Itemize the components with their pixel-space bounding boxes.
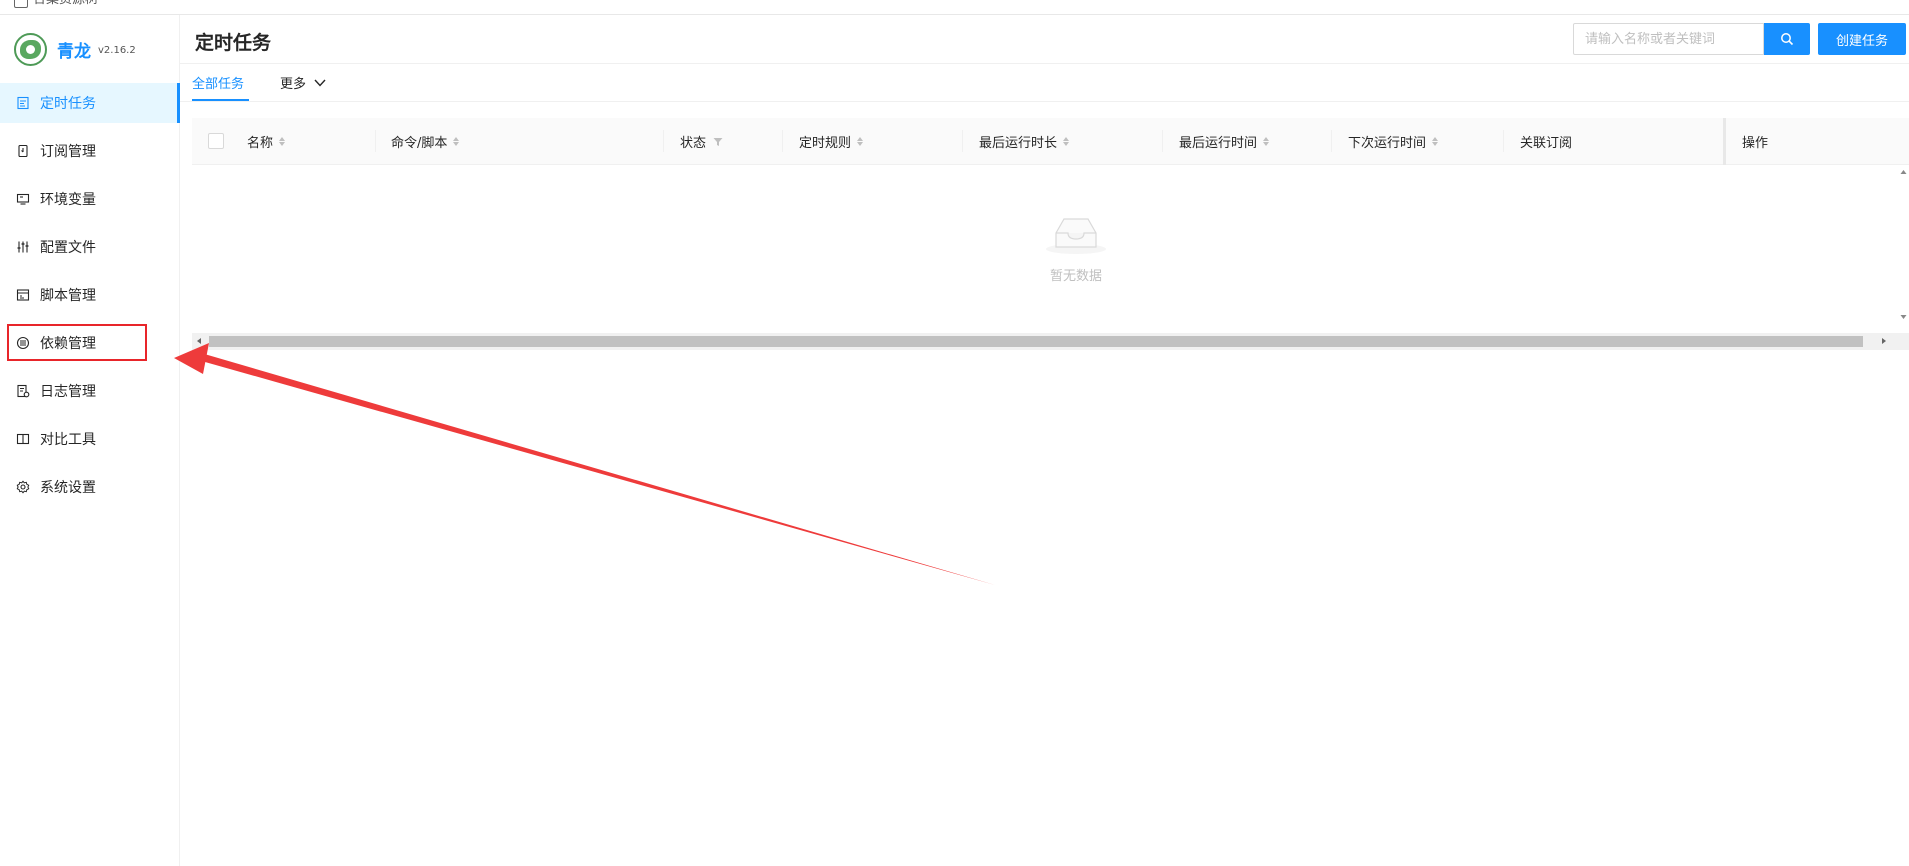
sidebar-item-settings[interactable]: 系统设置 bbox=[0, 467, 180, 507]
column-separator bbox=[1162, 130, 1163, 152]
brand[interactable]: 青龙 v2.16.2 bbox=[14, 32, 136, 66]
sidebar-item-label: 环境变量 bbox=[40, 192, 96, 208]
empty-inbox-icon bbox=[1046, 218, 1106, 254]
tab-more-label: 更多 bbox=[280, 77, 307, 92]
sidebar-item-label: 订阅管理 bbox=[40, 144, 96, 160]
sidebar-item-env[interactable]: 环境变量 bbox=[0, 179, 180, 219]
sort-icon bbox=[1432, 137, 1439, 146]
column-header-subscription: 关联订阅 bbox=[1520, 136, 1573, 151]
top-checkbox[interactable] bbox=[14, 0, 28, 8]
column-header-command[interactable]: 命令/脚本 bbox=[391, 132, 460, 151]
column-header-status[interactable]: 状态 bbox=[680, 132, 723, 151]
fixed-column-shadow bbox=[1723, 118, 1726, 165]
empty-state: 暂无数据 bbox=[1016, 213, 1136, 284]
vertical-scrollbar[interactable] bbox=[1898, 166, 1909, 323]
tab-all-tasks[interactable]: 全部任务 bbox=[192, 73, 244, 92]
empty-text: 暂无数据 bbox=[1049, 269, 1102, 284]
sort-icon bbox=[1263, 137, 1270, 146]
top-strip-text: 合集资源树 bbox=[33, 0, 98, 8]
column-separator bbox=[375, 130, 376, 152]
select-all-checkbox[interactable] bbox=[208, 133, 224, 149]
sidebar: 青龙 v2.16.2 定时任务 订阅管理 环境变量 配置文件 脚本管理 依赖管理… bbox=[0, 15, 180, 866]
sidebar-item-label: 日志管理 bbox=[40, 384, 96, 400]
monitor-icon bbox=[16, 192, 30, 206]
brand-version: v2.16.2 bbox=[98, 44, 136, 56]
calendar-icon bbox=[16, 96, 30, 110]
column-separator bbox=[782, 130, 783, 152]
tab-more[interactable]: 更多 bbox=[280, 73, 326, 92]
sidebar-item-subscription[interactable]: 订阅管理 bbox=[0, 131, 180, 171]
search-button[interactable] bbox=[1764, 23, 1810, 55]
sort-icon bbox=[453, 137, 460, 146]
sidebar-menu: 定时任务 订阅管理 环境变量 配置文件 脚本管理 依赖管理 日志管理 对比工具 … bbox=[0, 83, 180, 515]
column-header-name[interactable]: 名称 bbox=[247, 132, 286, 151]
page-title: 定时任务 bbox=[195, 32, 272, 54]
subscription-icon bbox=[16, 144, 30, 158]
sidebar-item-label: 配置文件 bbox=[40, 240, 96, 256]
column-separator bbox=[1503, 130, 1504, 152]
top-strip: 合集资源树 bbox=[0, 0, 1909, 15]
table-header: 名称 命令/脚本 状态 定时规则 最后运行时长 最后运行时间 下次运行时间 关联… bbox=[192, 118, 1909, 165]
search-icon bbox=[1781, 33, 1794, 46]
scroll-right-arrow-icon[interactable] bbox=[1882, 338, 1886, 344]
column-header-actions: 操作 bbox=[1742, 136, 1769, 151]
sort-icon bbox=[1063, 137, 1070, 146]
sidebar-item-label: 定时任务 bbox=[40, 96, 96, 112]
sidebar-item-logs[interactable]: 日志管理 bbox=[0, 371, 180, 411]
sliders-icon bbox=[16, 240, 30, 254]
task-table: 名称 命令/脚本 状态 定时规则 最后运行时长 最后运行时间 下次运行时间 关联… bbox=[192, 118, 1909, 350]
column-separator bbox=[962, 130, 963, 152]
book-icon bbox=[16, 432, 30, 446]
tab-active-indicator bbox=[192, 99, 249, 101]
page-header: 定时任务 创建任务 bbox=[180, 15, 1909, 64]
filter-icon bbox=[713, 137, 723, 146]
highlight-box-annotation bbox=[7, 324, 147, 361]
column-header-next-run[interactable]: 下次运行时间 bbox=[1348, 132, 1439, 151]
code-window-icon bbox=[16, 288, 30, 302]
column-separator bbox=[663, 130, 664, 152]
log-file-icon bbox=[16, 384, 30, 398]
chevron-down-icon bbox=[314, 79, 326, 87]
column-header-last-run[interactable]: 最后运行时间 bbox=[1179, 132, 1270, 151]
horizontal-scroll-thumb[interactable] bbox=[209, 336, 1863, 347]
column-separator bbox=[1331, 130, 1332, 152]
column-header-last-duration[interactable]: 最后运行时长 bbox=[979, 132, 1070, 151]
brand-name: 青龙 bbox=[57, 41, 91, 62]
sidebar-item-scripts[interactable]: 脚本管理 bbox=[0, 275, 180, 315]
sort-icon bbox=[857, 137, 864, 146]
column-header-schedule[interactable]: 定时规则 bbox=[799, 132, 864, 151]
sidebar-item-label: 系统设置 bbox=[40, 480, 96, 496]
horizontal-scrollbar[interactable] bbox=[192, 333, 1909, 350]
qinglong-logo-icon bbox=[14, 32, 47, 66]
create-task-button[interactable]: 创建任务 bbox=[1818, 23, 1906, 55]
scroll-left-arrow-icon[interactable] bbox=[197, 338, 201, 344]
sidebar-item-cron[interactable]: 定时任务 bbox=[0, 83, 180, 123]
task-tabs: 全部任务 更多 bbox=[180, 64, 1909, 102]
sidebar-item-config[interactable]: 配置文件 bbox=[0, 227, 180, 267]
search-input[interactable] bbox=[1573, 23, 1764, 55]
sidebar-item-label: 脚本管理 bbox=[40, 288, 96, 304]
sidebar-item-diff[interactable]: 对比工具 bbox=[0, 419, 180, 459]
sidebar-item-label: 对比工具 bbox=[40, 432, 96, 448]
gear-icon bbox=[16, 480, 30, 494]
sort-icon bbox=[279, 137, 286, 146]
